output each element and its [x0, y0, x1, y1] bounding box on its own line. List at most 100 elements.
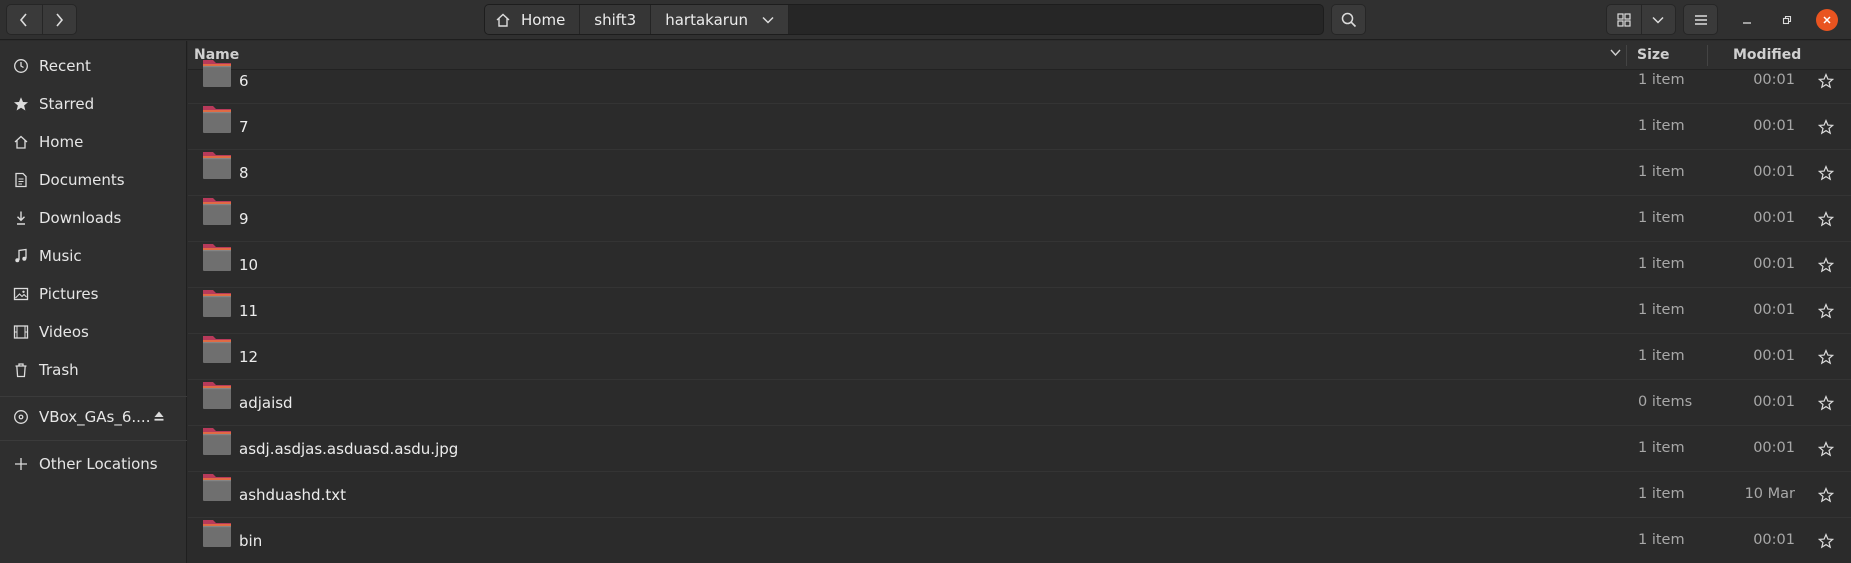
sidebar-item-starred[interactable]: Starred — [0, 85, 187, 123]
file-row[interactable]: adjaisd 0 items 00:01 — [188, 380, 1851, 426]
file-modified: 00:01 — [1753, 72, 1795, 88]
close-icon — [1823, 16, 1831, 24]
chevron-down-icon — [762, 16, 774, 24]
video-icon — [12, 323, 30, 341]
view-toggle-group — [1606, 4, 1676, 35]
sidebar-item-label: Starred — [39, 95, 95, 113]
search-button[interactable] — [1331, 4, 1366, 35]
file-modified: 10 Mar — [1744, 486, 1795, 502]
breadcrumb-label: shift3 — [594, 10, 637, 29]
file-row[interactable]: 7 1 item 00:01 — [188, 104, 1851, 150]
star-outline-icon[interactable] — [1818, 441, 1834, 457]
back-button[interactable] — [7, 5, 42, 34]
file-size: 1 item — [1638, 210, 1685, 226]
view-options-button[interactable] — [1640, 5, 1675, 34]
home-icon — [12, 133, 30, 151]
star-outline-icon[interactable] — [1818, 349, 1834, 365]
sidebar-item-label: Recent — [39, 57, 91, 75]
star-icon — [12, 95, 30, 113]
sidebar-item-other-locations[interactable]: Other Locations — [0, 445, 187, 483]
document-icon — [12, 171, 30, 189]
breadcrumb-label: Home — [521, 10, 566, 29]
disc-icon — [12, 408, 30, 426]
file-name: 6 — [239, 72, 249, 90]
sort-descending-icon[interactable] — [1610, 49, 1621, 56]
star-outline-icon[interactable] — [1818, 165, 1834, 181]
folder-icon — [203, 60, 231, 87]
sidebar-item-label: Home — [39, 133, 84, 151]
file-row[interactable]: asdj.asdjas.asduasd.asdu.jpg 1 item 00:0… — [188, 426, 1851, 472]
star-outline-icon[interactable] — [1818, 487, 1834, 503]
close-button[interactable] — [1816, 9, 1838, 31]
breadcrumb-label: hartakarun — [665, 10, 748, 29]
file-size: 1 item — [1638, 440, 1685, 456]
file-row[interactable]: 8 1 item 00:01 — [188, 150, 1851, 196]
file-modified: 00:01 — [1753, 532, 1795, 548]
sidebar-item-music[interactable]: Music — [0, 237, 187, 275]
star-outline-icon[interactable] — [1818, 257, 1834, 273]
sidebar-item-documents[interactable]: Documents — [0, 161, 187, 199]
sidebar-item-label: Documents — [39, 171, 125, 189]
sidebar-item-label: Other Locations — [39, 455, 158, 473]
file-name: ashduashd.txt — [239, 486, 346, 504]
file-size: 1 item — [1638, 256, 1685, 272]
minimize-button[interactable] — [1736, 9, 1758, 31]
sidebar-item-trash[interactable]: Trash — [0, 351, 187, 389]
file-row[interactable]: ashduashd.txt 1 item 10 Mar — [188, 472, 1851, 518]
file-name: bin — [239, 532, 263, 550]
file-row[interactable]: 9 1 item 00:01 — [188, 196, 1851, 242]
folder-icon — [203, 290, 231, 317]
file-size: 1 item — [1638, 532, 1685, 548]
file-row[interactable]: 6 1 item 00:01 — [188, 58, 1851, 104]
folder-icon — [203, 428, 231, 455]
grid-view-button[interactable] — [1607, 5, 1641, 34]
main-menu-button[interactable] — [1683, 4, 1718, 35]
file-size: 1 item — [1638, 72, 1685, 88]
star-outline-icon[interactable] — [1818, 303, 1834, 319]
sidebar-separator — [0, 440, 187, 441]
star-outline-icon[interactable] — [1818, 119, 1834, 135]
folder-icon — [203, 244, 231, 271]
sidebar-item-vbox-disc[interactable]: VBox_GAs_6.... — [0, 398, 187, 436]
sidebar-item-recent[interactable]: Recent — [0, 47, 187, 85]
path-bar[interactable]: Home shift3 hartakarun — [484, 4, 1324, 35]
folder-icon — [203, 474, 231, 501]
sidebar-item-label: Music — [39, 247, 82, 265]
file-size: 0 items — [1638, 394, 1693, 410]
file-name: 11 — [239, 302, 259, 320]
sidebar-item-label: Videos — [39, 323, 89, 341]
file-modified: 00:01 — [1753, 348, 1795, 364]
star-outline-icon[interactable] — [1818, 211, 1834, 227]
folder-icon — [203, 106, 231, 133]
star-outline-icon[interactable] — [1818, 73, 1834, 89]
sidebar-item-downloads[interactable]: Downloads — [0, 199, 187, 237]
search-icon — [1341, 12, 1356, 27]
breadcrumb-shift3[interactable]: shift3 — [580, 5, 652, 34]
folder-icon — [203, 336, 231, 363]
file-row[interactable]: 11 1 item 00:01 — [188, 288, 1851, 334]
eject-icon[interactable] — [153, 410, 165, 422]
file-size: 1 item — [1638, 348, 1685, 364]
forward-button[interactable] — [41, 5, 77, 34]
file-name: 7 — [239, 118, 249, 136]
file-modified: 00:01 — [1753, 210, 1795, 226]
file-row[interactable]: bin 1 item 00:01 — [188, 518, 1851, 563]
folder-icon — [203, 152, 231, 179]
sidebar-item-label: Trash — [39, 361, 79, 379]
star-outline-icon[interactable] — [1818, 533, 1834, 549]
file-name: asdj.asdjas.asduasd.asdu.jpg — [239, 440, 459, 458]
sidebar-item-videos[interactable]: Videos — [0, 313, 187, 351]
breadcrumb-hartakarun[interactable]: hartakarun — [651, 5, 789, 34]
file-row[interactable]: 10 1 item 00:01 — [188, 242, 1851, 288]
sidebar-item-pictures[interactable]: Pictures — [0, 275, 187, 313]
file-row[interactable]: 12 1 item 00:01 — [188, 334, 1851, 380]
maximize-button[interactable] — [1776, 9, 1798, 31]
file-name: 12 — [239, 348, 259, 366]
breadcrumb-home[interactable]: Home — [485, 5, 581, 34]
sidebar-item-label: VBox_GAs_6.... — [39, 408, 151, 426]
navigation-buttons — [6, 4, 77, 35]
star-outline-icon[interactable] — [1818, 395, 1834, 411]
file-name: 8 — [239, 164, 249, 182]
sidebar-item-home[interactable]: Home — [0, 123, 187, 161]
file-name: 10 — [239, 256, 259, 274]
